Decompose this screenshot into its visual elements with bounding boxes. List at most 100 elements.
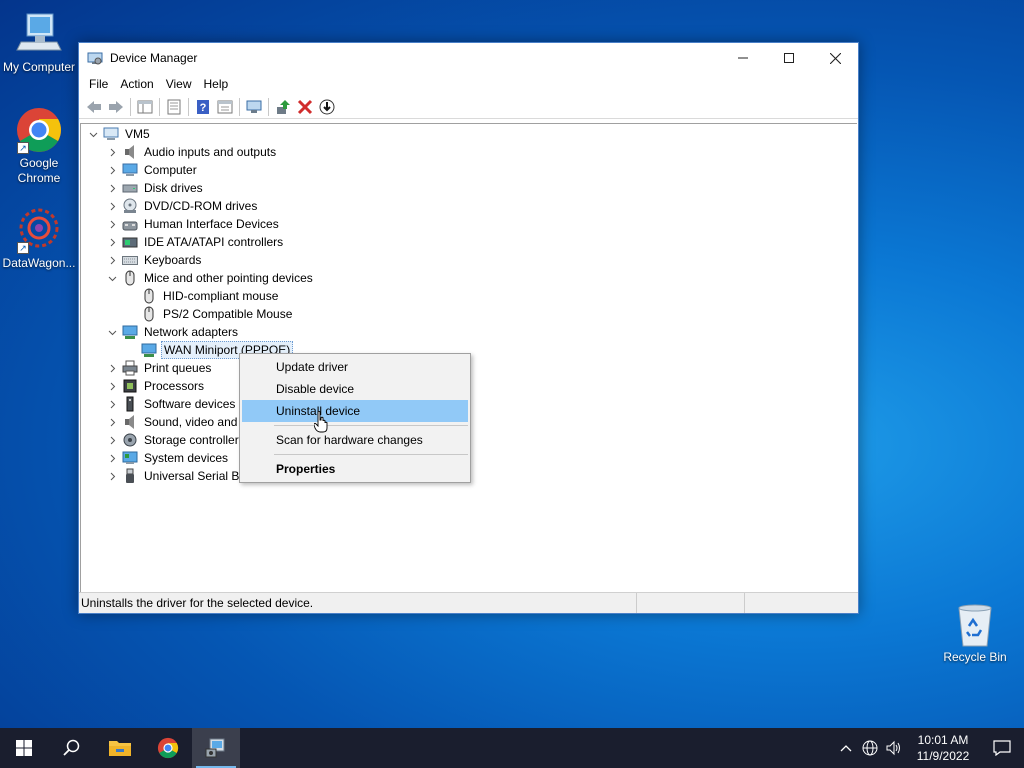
dvd-icon: [123, 198, 137, 213]
desktop-icon-label: Google Chrome: [17, 156, 61, 185]
speaker-icon: [125, 415, 134, 429]
tree-node-disk-drives[interactable]: Disk drives: [106, 179, 205, 197]
close-button[interactable]: [812, 43, 858, 73]
menu-item-disable-device[interactable]: Disable device: [242, 378, 468, 400]
back-icon: [87, 100, 101, 113]
menu-help[interactable]: Help: [198, 74, 235, 94]
toolbar-separator: [239, 97, 240, 116]
help-button[interactable]: ?: [192, 97, 214, 117]
view-button[interactable]: [214, 97, 236, 117]
tree-node-ide[interactable]: IDE ATA/ATAPI controllers: [106, 233, 285, 251]
chevron-right-icon[interactable]: [106, 233, 118, 251]
chevron-right-icon[interactable]: [106, 377, 118, 395]
minimize-icon: [738, 57, 748, 59]
chevron-right-icon[interactable]: [106, 431, 118, 449]
desktop-icon-datawagon[interactable]: ↗ DataWagon...: [1, 206, 77, 271]
ide-controller-icon: [122, 237, 138, 248]
keyboard-icon: [122, 256, 138, 265]
menu-view[interactable]: View: [160, 74, 198, 94]
tree-node-processors[interactable]: Processors: [106, 377, 206, 395]
tree-node-print-queues[interactable]: Print queues: [106, 359, 213, 377]
chevron-down-icon[interactable]: [106, 323, 118, 341]
tree-node-hid[interactable]: Human Interface Devices: [106, 215, 281, 233]
tree-node-label: Software devices: [144, 397, 236, 411]
tree-child-hid-mouse[interactable]: HID-compliant mouse: [125, 287, 280, 305]
tree-node-label: Audio inputs and outputs: [144, 145, 277, 159]
tree-node-system-devices[interactable]: System devices: [106, 449, 230, 467]
shortcut-arrow-icon: ↗: [17, 242, 29, 254]
network-globe-icon[interactable]: [858, 728, 882, 768]
title-bar[interactable]: Device Manager: [79, 43, 858, 73]
taskbar-device-manager[interactable]: [192, 728, 240, 768]
tree-node-storage-controllers[interactable]: Storage controllers: [106, 431, 247, 449]
folder-icon: [109, 741, 131, 756]
tree-node-keyboards[interactable]: Keyboards: [106, 251, 203, 269]
taskbar-file-explorer[interactable]: [96, 728, 144, 768]
chevron-right-icon[interactable]: [106, 179, 118, 197]
search-button[interactable]: [48, 728, 96, 768]
show-hide-console-tree-button[interactable]: [134, 97, 156, 117]
minimize-button[interactable]: [720, 43, 766, 73]
scan-hardware-button[interactable]: [243, 97, 265, 117]
chevron-right-icon[interactable]: [106, 197, 118, 215]
update-driver-button[interactable]: [272, 97, 294, 117]
mouse-icon: [144, 288, 154, 304]
chevron-right-icon[interactable]: [106, 359, 118, 377]
menu-file[interactable]: File: [83, 74, 114, 94]
chevron-right-icon[interactable]: [106, 215, 118, 233]
desktop-icon-recycle-bin[interactable]: Recycle Bin: [937, 600, 1013, 665]
tree-root[interactable]: VM5: [87, 125, 152, 143]
volume-icon[interactable]: [882, 728, 906, 768]
desktop-icon-google-chrome[interactable]: ↗ Google Chrome: [1, 106, 77, 186]
properties-button[interactable]: [163, 97, 185, 117]
status-bar: Uninstalls the driver for the selected d…: [79, 592, 858, 613]
menu-item-uninstall-device[interactable]: Uninstall device: [242, 400, 468, 422]
notification-button[interactable]: [980, 728, 1024, 768]
menu-separator: [274, 454, 468, 455]
recycle-bin-icon: [951, 600, 999, 648]
tree-node-label: Keyboards: [144, 253, 202, 267]
menu-item-update-driver[interactable]: Update driver: [242, 356, 468, 378]
enable-device-button[interactable]: [316, 97, 338, 117]
chevron-right-icon[interactable]: [106, 449, 118, 467]
desktop-icon-my-computer[interactable]: My Computer: [1, 10, 77, 75]
maximize-button[interactable]: [766, 43, 812, 73]
chevron-down-icon[interactable]: [87, 125, 99, 143]
tree-node-label: Disk drives: [144, 181, 203, 195]
tree-node-network-adapters[interactable]: Network adapters: [106, 323, 240, 341]
menu-separator: [274, 425, 468, 426]
tree-child-ps2-mouse[interactable]: PS/2 Compatible Mouse: [125, 305, 294, 323]
tree-node-label: Processors: [144, 379, 205, 393]
chevron-down-icon[interactable]: [106, 269, 118, 287]
chevron-right-icon[interactable]: [106, 161, 118, 179]
tree-node-label: Mice and other pointing devices: [144, 271, 313, 285]
tree-node-computer[interactable]: Computer: [106, 161, 199, 179]
network-adapter-icon: [141, 343, 157, 357]
menu-item-properties[interactable]: Properties: [242, 458, 468, 480]
menu-item-scan-hardware[interactable]: Scan for hardware changes: [242, 429, 468, 451]
chevron-right-icon[interactable]: [106, 143, 118, 161]
taskbar-chrome[interactable]: [144, 728, 192, 768]
chevron-right-icon[interactable]: [106, 395, 118, 413]
system-tray: 10:01 AM 11/9/2022: [834, 728, 1024, 768]
taskbar-clock[interactable]: 10:01 AM 11/9/2022: [912, 732, 974, 764]
tree-node-dvd[interactable]: DVD/CD-ROM drives: [106, 197, 259, 215]
menu-action[interactable]: Action: [114, 74, 159, 94]
tree-node-audio[interactable]: Audio inputs and outputs: [106, 143, 278, 161]
chevron-up-icon[interactable]: [834, 728, 858, 768]
monitor-icon: [246, 100, 262, 113]
tree-node-mice[interactable]: Mice and other pointing devices: [106, 269, 315, 287]
view-icon: [217, 100, 233, 113]
tree-node-software-devices[interactable]: Software devices: [106, 395, 237, 413]
device-manager-window: Device Manager File Action View Help ? V…: [78, 42, 859, 614]
forward-button[interactable]: [105, 97, 127, 117]
back-button[interactable]: [83, 97, 105, 117]
uninstall-button[interactable]: [294, 97, 316, 117]
chrome-icon: [157, 737, 179, 759]
start-button[interactable]: [0, 728, 48, 768]
chevron-right-icon[interactable]: [106, 467, 118, 485]
mouse-cursor-icon: [314, 411, 328, 433]
chevron-right-icon[interactable]: [106, 413, 118, 431]
chevron-right-icon[interactable]: [106, 251, 118, 269]
